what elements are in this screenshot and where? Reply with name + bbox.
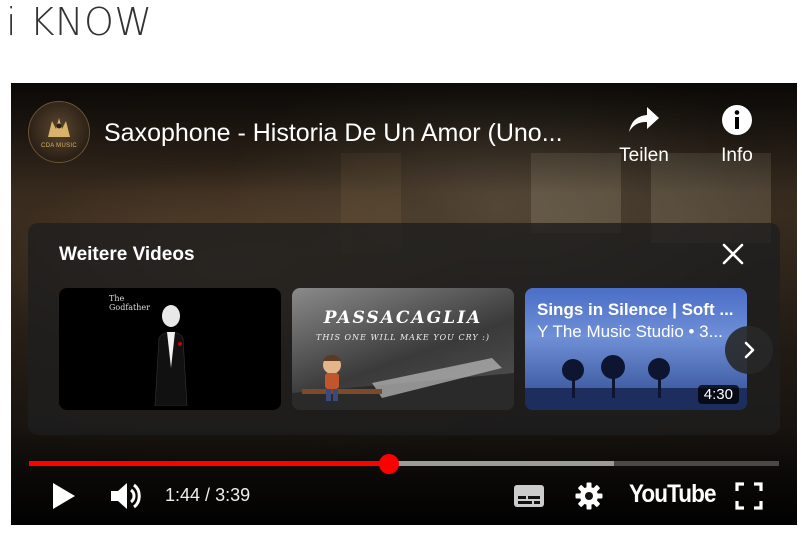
next-videos-button[interactable] (725, 326, 773, 374)
more-videos-heading: Weitere Videos (59, 244, 195, 265)
info-button[interactable]: Info (702, 103, 772, 167)
info-icon (722, 105, 752, 135)
video-title[interactable]: Saxophone - Historia De Un Amor (Uno... (104, 119, 596, 148)
info-label: Info (721, 145, 753, 166)
play-button[interactable] (51, 480, 77, 512)
progress-bar[interactable] (29, 454, 779, 474)
youtube-logo[interactable]: YouTube (629, 480, 717, 509)
video-player[interactable]: CDA MUSIC Saxophone - Historia De Un Amo… (11, 83, 797, 525)
play-icon (53, 483, 75, 509)
total-time: 3:39 (215, 485, 251, 505)
settings-button[interactable] (574, 480, 604, 512)
page-heading: i KNOW (6, 0, 153, 44)
subtitles-button[interactable] (513, 480, 545, 512)
godfather-figure (154, 305, 188, 406)
related-video-card[interactable]: PASSACAGLIA THIS ONE WILL MAKE YOU CRY :… (292, 288, 514, 410)
thumb-text: The Godfather (109, 294, 150, 312)
duration-badge: 4:30 (697, 385, 739, 404)
progress-scrubber[interactable] (379, 454, 399, 474)
fullscreen-icon (735, 482, 763, 510)
related-video-channel: Y The Music Studio • 3... (537, 322, 723, 341)
time-display: 1:44 / 3:39 (165, 485, 250, 506)
time-separator: / (200, 485, 216, 505)
progress-played (29, 461, 389, 466)
related-video-card[interactable]: Sings in Silence | Soft ... Y The Music … (525, 288, 747, 410)
channel-logo-icon (48, 118, 70, 137)
thumb-subtitle: THIS ONE WILL MAKE YOU CRY :) (316, 333, 490, 342)
related-video-card[interactable]: The Godfather (59, 288, 281, 410)
current-time: 1:44 (165, 485, 201, 505)
channel-avatar[interactable]: CDA MUSIC (28, 101, 90, 163)
volume-icon (111, 483, 141, 509)
share-label: Teilen (619, 145, 669, 166)
thumbnail-illustration (292, 355, 514, 410)
gear-icon (575, 482, 603, 510)
close-icon[interactable] (720, 241, 746, 267)
share-button[interactable]: Teilen (609, 103, 679, 167)
fullscreen-button[interactable] (735, 480, 763, 512)
more-videos-panel: Weitere Videos The Godfather PASSACAGLIA… (28, 223, 780, 435)
related-video-title: Sings in Silence | Soft ... (537, 300, 734, 319)
thumb-title: PASSACAGLIA (323, 308, 483, 328)
share-icon (629, 107, 659, 132)
volume-button[interactable] (109, 480, 143, 512)
chevron-right-icon (744, 341, 755, 359)
subtitles-icon (514, 485, 544, 507)
channel-logo-text: CDA MUSIC (40, 143, 78, 149)
